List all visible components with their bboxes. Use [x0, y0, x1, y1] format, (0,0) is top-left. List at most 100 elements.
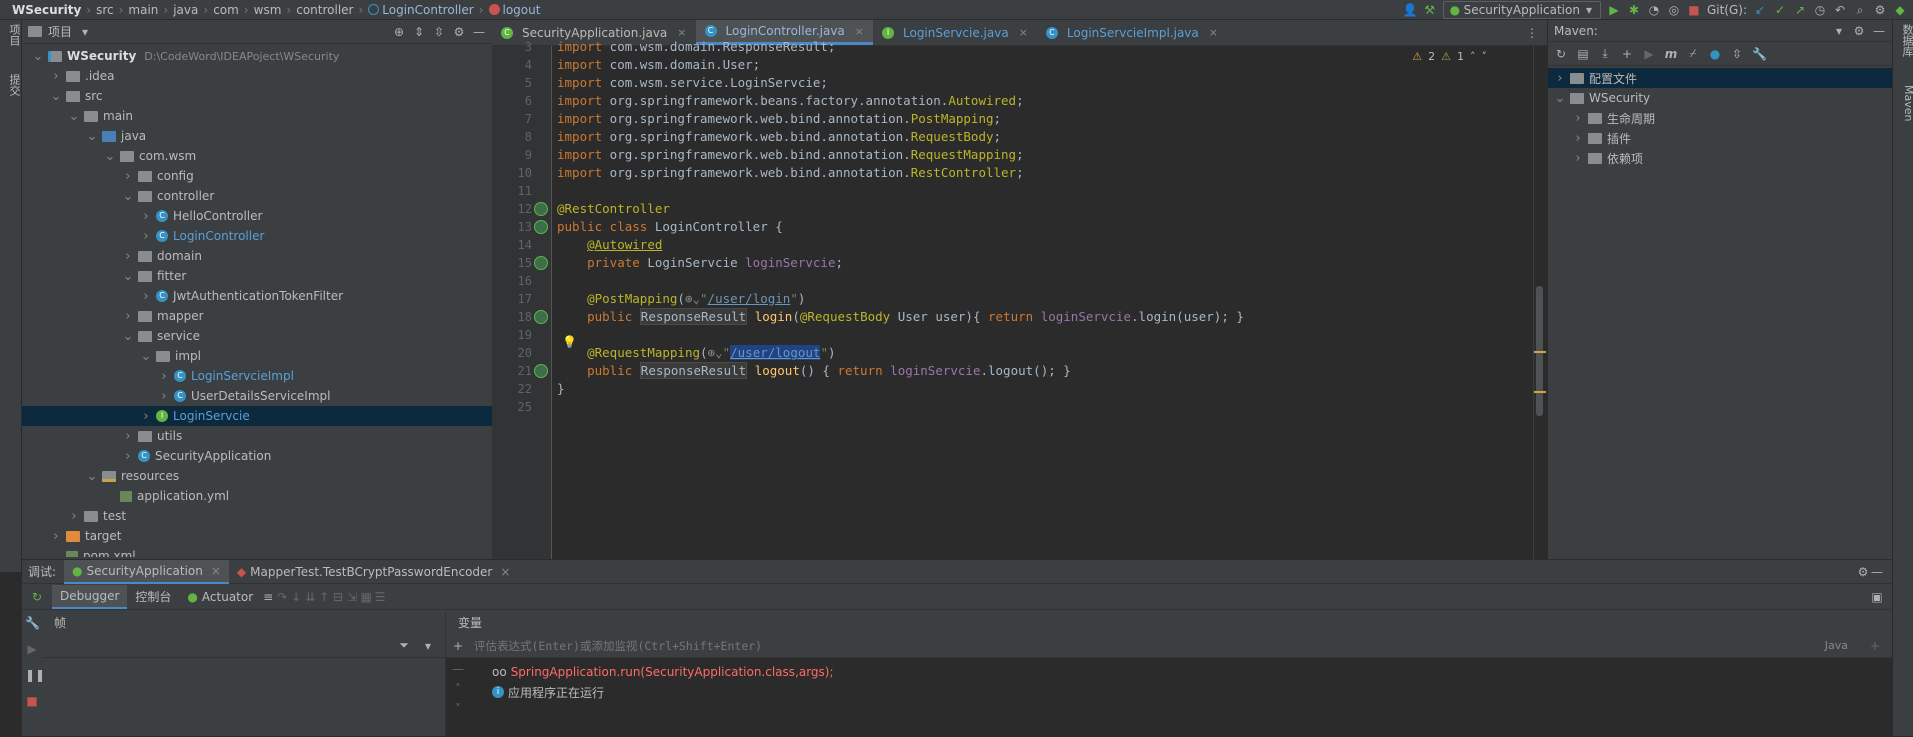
move-up-icon[interactable]: ˄ — [451, 682, 465, 696]
tree-item[interactable]: › I LoginServcie — [22, 406, 492, 426]
tree-item[interactable]: › C LoginServcieImpl — [22, 366, 492, 386]
chevron-right-icon[interactable]: › — [122, 249, 134, 264]
code-line[interactable]: public ResponseResult logout() { return … — [557, 362, 1071, 380]
tree-item[interactable]: › utils — [22, 426, 492, 446]
close-icon[interactable]: × — [211, 564, 221, 578]
maven-tree-item[interactable]: › 生命周期 — [1572, 108, 1655, 128]
tree-item[interactable]: › C SecurityApplication — [22, 446, 492, 466]
line-number[interactable]: 10 — [492, 164, 532, 182]
git-update-icon[interactable]: ↙ — [1753, 3, 1767, 17]
line-number[interactable]: 14 — [492, 236, 532, 254]
intention-bulb-icon[interactable]: 💡 — [562, 335, 577, 349]
chevron-down-icon[interactable]: ⌄ — [104, 149, 116, 164]
tree-item[interactable]: › test — [22, 506, 492, 526]
debug-icon[interactable]: ✱ — [1627, 3, 1641, 17]
tree-item[interactable]: pom.xml — [22, 546, 492, 557]
warning-marker[interactable] — [1534, 351, 1546, 353]
code-line[interactable]: @RestController — [557, 200, 670, 218]
chevron-right-icon[interactable]: › — [1572, 111, 1584, 126]
chevron-right-icon[interactable]: › — [140, 289, 152, 304]
gear-icon[interactable]: ⚙ — [1856, 565, 1870, 579]
line-number[interactable]: 19 — [492, 326, 532, 344]
tree-item[interactable]: ⌄ resources — [22, 466, 492, 486]
tree-item[interactable]: › C LoginController — [22, 226, 492, 246]
run-to-cursor-icon[interactable]: ⇲ — [345, 590, 359, 604]
chevron-up-icon[interactable]: ˄ — [1470, 50, 1476, 63]
line-number[interactable]: 5 — [492, 74, 532, 92]
chevron-down-icon[interactable]: ⌄ — [122, 329, 134, 344]
chevron-right-icon[interactable]: › — [122, 429, 134, 444]
breadcrumb-item[interactable]: wsm — [254, 3, 282, 17]
git-push-icon[interactable]: ↗ — [1793, 3, 1807, 17]
line-number[interactable]: 4 — [492, 56, 532, 74]
tree-item[interactable]: › C UserDetailsServiceImpl — [22, 386, 492, 406]
expand-all-icon[interactable]: ⇕ — [412, 25, 426, 39]
code-line[interactable]: @PostMapping(⊕⌄"/user/login") — [557, 290, 805, 308]
code-line[interactable]: import org.springframework.web.bind.anno… — [557, 146, 1024, 164]
close-icon[interactable]: × — [500, 565, 510, 579]
run-config-dropdown[interactable]: ● SecurityApplication ▾ — [1442, 1, 1601, 19]
chevron-down-icon[interactable]: ⌄ — [32, 49, 44, 64]
filter-icon[interactable]: ⏷ — [397, 638, 411, 653]
resume-icon[interactable]: ▶ — [25, 642, 39, 656]
collapse-all-icon[interactable]: ⇳ — [432, 25, 446, 39]
line-number[interactable]: 8 — [492, 128, 532, 146]
line-number[interactable]: 13 — [492, 218, 532, 236]
spring-bean-gutter-icon[interactable] — [534, 202, 548, 216]
reload-icon[interactable]: ↻ — [1554, 47, 1568, 61]
close-icon[interactable]: × — [855, 25, 864, 38]
breadcrumb-item[interactable]: WSecurity — [12, 3, 81, 17]
tree-item[interactable]: ⌄ service — [22, 326, 492, 346]
chevron-down-icon[interactable]: ⌄ — [50, 89, 62, 104]
chevron-right-icon[interactable]: › — [1572, 151, 1584, 166]
language-select[interactable]: Java — [1825, 639, 1848, 652]
tree-item[interactable]: › domain — [22, 246, 492, 266]
chevron-down-icon[interactable]: ⌄ — [68, 109, 80, 124]
spring-bean-gutter-icon[interactable] — [534, 220, 548, 234]
evaluate-icon[interactable]: ▦ — [359, 590, 373, 604]
step-over-icon[interactable]: ↷ — [275, 590, 289, 604]
code-line[interactable]: import org.springframework.web.bind.anno… — [557, 110, 1001, 128]
step-into-icon[interactable]: ↓ — [289, 590, 303, 604]
chevron-right-icon[interactable]: › — [122, 449, 134, 464]
chevron-down-icon[interactable]: ⌄ — [122, 269, 134, 284]
debug-session-tab[interactable]: ◆ MapperTest.TestBCryptPasswordEncoder × — [229, 560, 519, 584]
spring-bean-gutter-icon[interactable] — [534, 256, 548, 270]
code-editor[interactable]: 3 4 5 6 7 8 9 10 11 12 13 14 15 16 17 18 19 20 21 22 25 impo… — [492, 39, 1547, 559]
project-tool-tab[interactable]: 项目 — [0, 20, 22, 50]
menu-icon[interactable]: ≡ — [261, 590, 275, 604]
actuator-tab[interactable]: ● Actuator — [179, 585, 261, 609]
chevron-down-icon[interactable]: ▾ — [421, 639, 435, 653]
line-number[interactable]: 15 — [492, 254, 532, 272]
maven-tree-item[interactable]: › 配置文件 — [1548, 68, 1892, 88]
update-icon[interactable]: ◆ — [1893, 3, 1907, 17]
breadcrumb-item[interactable]: src — [96, 3, 114, 17]
line-number[interactable]: 7 — [492, 110, 532, 128]
wrench-icon[interactable]: 🔧 — [1752, 47, 1767, 61]
tree-item[interactable]: › mapper — [22, 306, 492, 326]
inspection-widget[interactable]: ⚠ 2 ⚠ 1 ˄ ˅ — [1412, 50, 1487, 63]
breadcrumb-item[interactable]: controller — [296, 3, 353, 17]
line-number[interactable]: 16 — [492, 272, 532, 290]
maven-tree-item[interactable]: › 依赖项 — [1572, 148, 1643, 168]
profile-icon[interactable]: ◎ — [1667, 3, 1681, 17]
tree-item[interactable]: › target — [22, 526, 492, 546]
chevron-right-icon[interactable]: › — [140, 209, 152, 224]
more-tabs-icon[interactable]: ⋮ — [1525, 26, 1539, 40]
skip-tests-icon[interactable]: ● — [1708, 47, 1722, 61]
code-line[interactable]: import com.wsm.domain.User; — [557, 56, 760, 74]
maven-tool-tab[interactable]: Maven — [1893, 81, 1913, 125]
chevron-down-icon[interactable]: ˅ — [1482, 50, 1488, 63]
git-commit-icon[interactable]: ✓ — [1773, 3, 1787, 17]
minimize-icon[interactable]: — — [472, 25, 486, 39]
commit-tool-tab[interactable]: 提交 — [0, 70, 22, 100]
minimize-icon[interactable]: — — [1870, 565, 1884, 579]
maven-tree-item[interactable]: ⌄ WSecurity — [1554, 88, 1651, 108]
chevron-right-icon[interactable]: › — [1554, 71, 1566, 86]
close-icon[interactable]: × — [1019, 26, 1028, 39]
warning-marker[interactable] — [1534, 391, 1546, 393]
history-icon[interactable]: ◷ — [1813, 3, 1827, 17]
code-line[interactable]: import com.wsm.domain.ResponseResult; — [557, 38, 835, 56]
line-number[interactable]: 9 — [492, 146, 532, 164]
line-number[interactable]: 17 — [492, 290, 532, 308]
